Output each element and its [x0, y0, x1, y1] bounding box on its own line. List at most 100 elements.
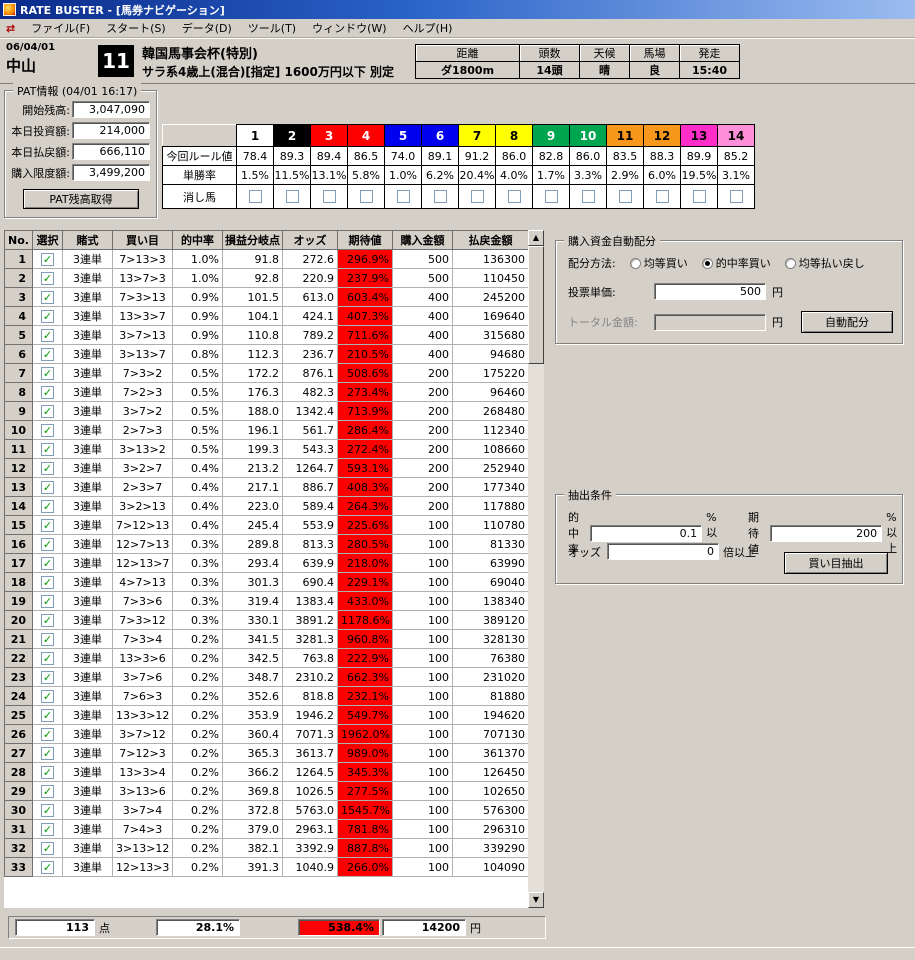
extract-odds-input[interactable]	[607, 543, 719, 560]
scratch-checkbox[interactable]	[248, 190, 262, 204]
menu-item[interactable]: データ(D)	[174, 18, 240, 38]
menu-item[interactable]: ツール(T)	[240, 18, 304, 38]
bet-select-checkbox[interactable]: ✓	[41, 841, 54, 855]
bet-select-checkbox[interactable]: ✓	[41, 860, 54, 874]
bet-table-header-row: No. 選択 賭式 買い目 的中率 損益分岐点 オッズ 期待値 購入金額 払戻金額	[4, 230, 529, 250]
bet-select-checkbox[interactable]: ✓	[41, 613, 54, 627]
bet-no: 7	[4, 363, 33, 383]
bet-target: 7>2>3	[112, 382, 173, 402]
bet-hit-rate: 0.2%	[172, 838, 223, 858]
bet-select-checkbox[interactable]: ✓	[41, 651, 54, 665]
race-info-label: 頭数	[519, 44, 580, 62]
bet-select-checkbox[interactable]: ✓	[41, 708, 54, 722]
radio-label: 均等払い戻し	[798, 257, 865, 270]
menu-item[interactable]: スタート(S)	[98, 18, 174, 38]
bet-select-checkbox[interactable]: ✓	[41, 480, 54, 494]
allocation-method-option[interactable]: 均等買い	[629, 255, 688, 271]
scratch-checkbox[interactable]	[285, 190, 299, 204]
scratch-checkbox[interactable]	[396, 190, 410, 204]
bet-amount: 100	[392, 667, 453, 687]
bet-row: 21 ✓ 3連単 7>3>4 0.2% 341.5 3281.3 960.8% 100 32813…	[4, 629, 529, 649]
bet-select-checkbox[interactable]: ✓	[41, 632, 54, 646]
bet-select-checkbox[interactable]: ✓	[41, 404, 54, 418]
extract-button[interactable]: 買い目抽出	[784, 552, 888, 574]
unit-price-unit: 円	[772, 285, 783, 299]
bet-type: 3連単	[62, 477, 113, 497]
menu-item[interactable]: ファイル(F)	[23, 18, 98, 38]
bet-select-checkbox[interactable]: ✓	[41, 347, 54, 361]
scratch-checkbox[interactable]	[359, 190, 373, 204]
bet-row: 15 ✓ 3連単 7>12>13 0.4% 245.4 553.9 225.6% 100 1107…	[4, 515, 529, 535]
win-rate-value: 3.3%	[569, 165, 607, 185]
bet-select-checkbox[interactable]: ✓	[41, 765, 54, 779]
vertical-scrollbar[interactable]: ▲ ▼	[528, 230, 544, 908]
bet-select-checkbox[interactable]: ✓	[41, 594, 54, 608]
bet-select-checkbox[interactable]: ✓	[41, 442, 54, 456]
bet-odds: 690.4	[282, 572, 338, 592]
scratch-cell	[680, 184, 718, 209]
pat-field-value: 214,000	[72, 122, 150, 139]
bet-payout: 268480	[452, 401, 529, 421]
bet-select-checkbox[interactable]: ✓	[41, 328, 54, 342]
scratch-checkbox[interactable]	[322, 190, 336, 204]
bet-hit-rate: 0.2%	[172, 819, 223, 839]
bet-select-checkbox[interactable]: ✓	[41, 575, 54, 589]
bet-hit-rate: 0.2%	[172, 857, 223, 877]
bet-select-checkbox[interactable]: ✓	[41, 461, 54, 475]
bet-select-checkbox[interactable]: ✓	[41, 290, 54, 304]
bet-select-cell: ✓	[32, 268, 63, 288]
allocation-method-option[interactable]: 的中率買い	[701, 255, 771, 271]
scratch-checkbox[interactable]	[507, 190, 521, 204]
bet-no: 21	[4, 629, 33, 649]
bet-expected: 232.1%	[337, 686, 393, 706]
scratch-checkbox[interactable]	[618, 190, 632, 204]
bet-select-checkbox[interactable]: ✓	[41, 556, 54, 570]
scratch-checkbox[interactable]	[433, 190, 447, 204]
extract-hit-input[interactable]	[590, 524, 703, 542]
bet-amount: 400	[392, 287, 453, 307]
scratch-checkbox[interactable]	[655, 190, 669, 204]
race-track: 中山	[6, 57, 37, 75]
scroll-down-button[interactable]: ▼	[528, 892, 544, 908]
race-info-value-row: ダ1800m 14頭晴良 15:40	[415, 61, 740, 79]
bet-select-checkbox[interactable]: ✓	[41, 727, 54, 741]
bet-select-checkbox[interactable]: ✓	[41, 385, 54, 399]
menu-item[interactable]: ヘルプ(H)	[395, 18, 461, 38]
bet-select-checkbox[interactable]: ✓	[41, 271, 54, 285]
win-rate-value: 5.8%	[347, 165, 385, 185]
bet-select-checkbox[interactable]: ✓	[41, 670, 54, 684]
scrollbar-thumb[interactable]	[528, 246, 544, 364]
auto-allocate-button[interactable]: 自動配分	[801, 311, 893, 333]
allocation-method-option[interactable]: 均等払い戻し	[784, 255, 865, 271]
bet-select-checkbox[interactable]: ✓	[41, 803, 54, 817]
bet-select-checkbox[interactable]: ✓	[41, 689, 54, 703]
extract-panel-title: 抽出条件	[564, 487, 616, 503]
scratch-checkbox[interactable]	[729, 190, 743, 204]
bet-select-checkbox[interactable]: ✓	[41, 366, 54, 380]
menu-item[interactable]: ウィンドウ(W)	[304, 18, 394, 38]
bet-select-checkbox[interactable]: ✓	[41, 746, 54, 760]
bet-select-cell: ✓	[32, 819, 63, 839]
scratch-checkbox[interactable]	[692, 190, 706, 204]
bet-select-checkbox[interactable]: ✓	[41, 423, 54, 437]
bet-select-checkbox[interactable]: ✓	[41, 252, 54, 266]
status-amount: 14200	[382, 919, 466, 936]
bet-select-checkbox[interactable]: ✓	[41, 784, 54, 798]
bet-select-checkbox[interactable]: ✓	[41, 518, 54, 532]
bet-payout: 69040	[452, 572, 529, 592]
scratch-checkbox[interactable]	[470, 190, 484, 204]
bet-breakeven: 330.1	[222, 610, 283, 630]
unit-price-input[interactable]	[654, 283, 766, 300]
pat-balance-button[interactable]: PAT残高取得	[23, 189, 139, 209]
win-rate-value: 1.7%	[532, 165, 570, 185]
bet-select-checkbox[interactable]: ✓	[41, 309, 54, 323]
extract-expected-input[interactable]	[770, 524, 883, 542]
bet-select-checkbox[interactable]: ✓	[41, 822, 54, 836]
scratch-checkbox[interactable]	[581, 190, 595, 204]
bet-payout: 231020	[452, 667, 529, 687]
scratch-checkbox[interactable]	[544, 190, 558, 204]
scroll-up-button[interactable]: ▲	[528, 230, 544, 246]
bet-select-checkbox[interactable]: ✓	[41, 499, 54, 513]
bet-odds: 482.3	[282, 382, 338, 402]
bet-select-checkbox[interactable]: ✓	[41, 537, 54, 551]
